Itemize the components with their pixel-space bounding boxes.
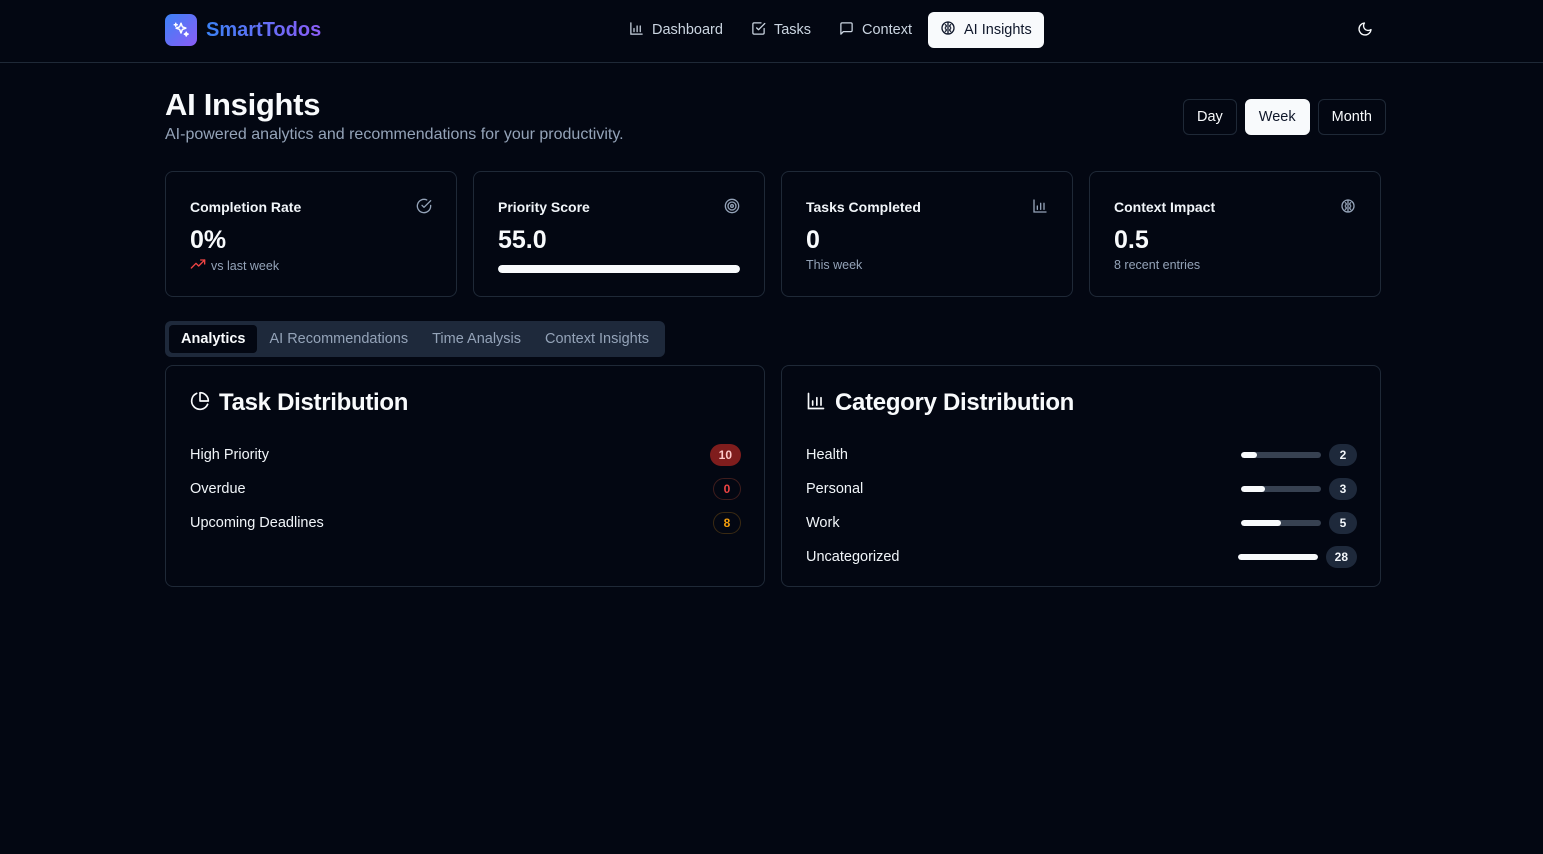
tab-analytics[interactable]: Analytics [169, 325, 258, 353]
nav-tasks[interactable]: Tasks [739, 12, 823, 48]
stat-title: Tasks Completed [806, 199, 921, 215]
page-title: AI Insights [165, 87, 321, 122]
category-meter: 3 [1241, 478, 1357, 500]
pie-chart-icon [190, 391, 210, 416]
brand-name: SmartTodos [206, 18, 322, 41]
stat-card-completion-rate: Completion Rate 0% vs last week [165, 171, 457, 297]
stat-title: Context Impact [1114, 199, 1216, 215]
tab-context-insights[interactable]: Context Insights [533, 325, 661, 353]
stat-value: 0 [806, 226, 820, 254]
category-bar-fill [1241, 486, 1265, 492]
panel-title: Category Distribution [835, 389, 1075, 416]
bar-chart-icon [806, 391, 826, 416]
top-navigation-bar: SmartTodos Dashboard Tasks Context AI In… [0, 0, 1543, 63]
panel-title: Task Distribution [219, 389, 409, 416]
stat-title: Completion Rate [190, 199, 302, 215]
list-item: Overdue 0 [190, 472, 741, 506]
period-day-button[interactable]: Day [1183, 99, 1237, 135]
category-bar-fill [1237, 554, 1318, 560]
brain-icon [940, 20, 956, 40]
priority-progress-fill [498, 265, 740, 273]
insights-tabs: Analytics AI Recommendations Time Analys… [165, 321, 665, 357]
bar-chart-icon [1032, 198, 1048, 214]
row-label: Overdue [190, 481, 246, 497]
check-circle-icon [416, 198, 432, 214]
trending-down-icon [190, 258, 206, 273]
stat-value: 0% [190, 226, 227, 254]
category-meter: 5 [1241, 512, 1357, 534]
category-distribution-list: Health 2 Personal 3 Work 5 Uncategorized [806, 438, 1357, 574]
page-subtitle: AI-powered analytics and recommendations… [165, 126, 624, 143]
row-label: Health [806, 447, 848, 463]
stat-cards: Completion Rate 0% vs last week Priority… [165, 171, 1381, 297]
check-square-icon [751, 21, 766, 40]
brand-link[interactable]: SmartTodos [165, 14, 321, 46]
main-nav: Dashboard Tasks Context AI Insights [617, 12, 1048, 48]
count-badge: 3 [1329, 478, 1357, 500]
tab-ai-recommendations[interactable]: AI Recommendations [257, 325, 420, 353]
period-month-button[interactable]: Month [1317, 99, 1386, 135]
stat-title: Priority Score [498, 199, 590, 215]
category-meter: 28 [1237, 546, 1357, 568]
period-selector: Day Week Month [1183, 99, 1386, 135]
category-bar [1241, 452, 1321, 458]
panel-header: Category Distribution [806, 389, 1074, 417]
priority-progress-bar [498, 265, 740, 273]
stat-card-context-impact: Context Impact 0.5 8 recent entries [1089, 171, 1381, 297]
count-badge: 2 [1329, 444, 1357, 466]
list-item: Work 5 [806, 506, 1357, 540]
tab-time-analysis[interactable]: Time Analysis [420, 325, 533, 353]
stat-card-priority-score: Priority Score 55.0 [473, 171, 765, 297]
row-label: Uncategorized [806, 549, 900, 565]
target-icon [724, 198, 740, 214]
stat-subtext: vs last week [190, 258, 279, 273]
nav-context-label: Context [862, 22, 912, 38]
bar-chart-icon [629, 21, 644, 40]
theme-toggle-button[interactable] [1353, 19, 1377, 43]
stat-card-tasks-completed: Tasks Completed 0 This week [781, 171, 1073, 297]
count-badge: 28 [1325, 546, 1357, 568]
category-meter: 2 [1241, 444, 1357, 466]
count-badge: 0 [713, 478, 741, 500]
list-item: High Priority 10 [190, 438, 741, 472]
stat-subtext-label: vs last week [211, 258, 280, 273]
category-bar-fill [1241, 520, 1281, 526]
stat-subtext: 8 recent entries [1114, 258, 1201, 272]
message-square-icon [839, 21, 854, 40]
task-distribution-list: High Priority 10 Overdue 0 Upcoming Dead… [190, 438, 741, 540]
list-item: Uncategorized 28 [806, 540, 1357, 574]
category-bar [1241, 520, 1321, 526]
stat-value: 0.5 [1114, 226, 1149, 254]
nav-tasks-label: Tasks [773, 22, 812, 38]
nav-ai-insights[interactable]: AI Insights [928, 12, 1044, 48]
stat-subtext: This week [806, 258, 863, 272]
category-distribution-panel: Category Distribution Health 2 Personal … [781, 365, 1381, 587]
count-badge: 8 [713, 512, 741, 534]
count-badge: 10 [709, 444, 741, 466]
row-label: Upcoming Deadlines [190, 515, 324, 531]
category-bar-fill [1241, 452, 1257, 458]
sparkles-icon [165, 14, 197, 46]
stat-value: 55.0 [498, 226, 547, 254]
nav-ai-insights-label: AI Insights [964, 22, 1032, 38]
panel-header: Task Distribution [190, 389, 408, 417]
row-label: Work [806, 515, 840, 531]
list-item: Personal 3 [806, 472, 1357, 506]
brain-icon [1340, 198, 1356, 214]
period-week-button[interactable]: Week [1244, 99, 1310, 135]
category-bar [1241, 486, 1321, 492]
count-badge: 5 [1329, 512, 1357, 534]
task-distribution-panel: Task Distribution High Priority 10 Overd… [165, 365, 765, 587]
category-bar [1237, 554, 1318, 560]
row-label: Personal [806, 481, 864, 497]
list-item: Health 2 [806, 438, 1357, 472]
moon-icon [1357, 21, 1373, 42]
row-label: High Priority [190, 447, 269, 463]
list-item: Upcoming Deadlines 8 [190, 506, 741, 540]
nav-dashboard[interactable]: Dashboard [617, 12, 735, 48]
nav-context[interactable]: Context [827, 12, 924, 48]
nav-dashboard-label: Dashboard [652, 22, 723, 38]
